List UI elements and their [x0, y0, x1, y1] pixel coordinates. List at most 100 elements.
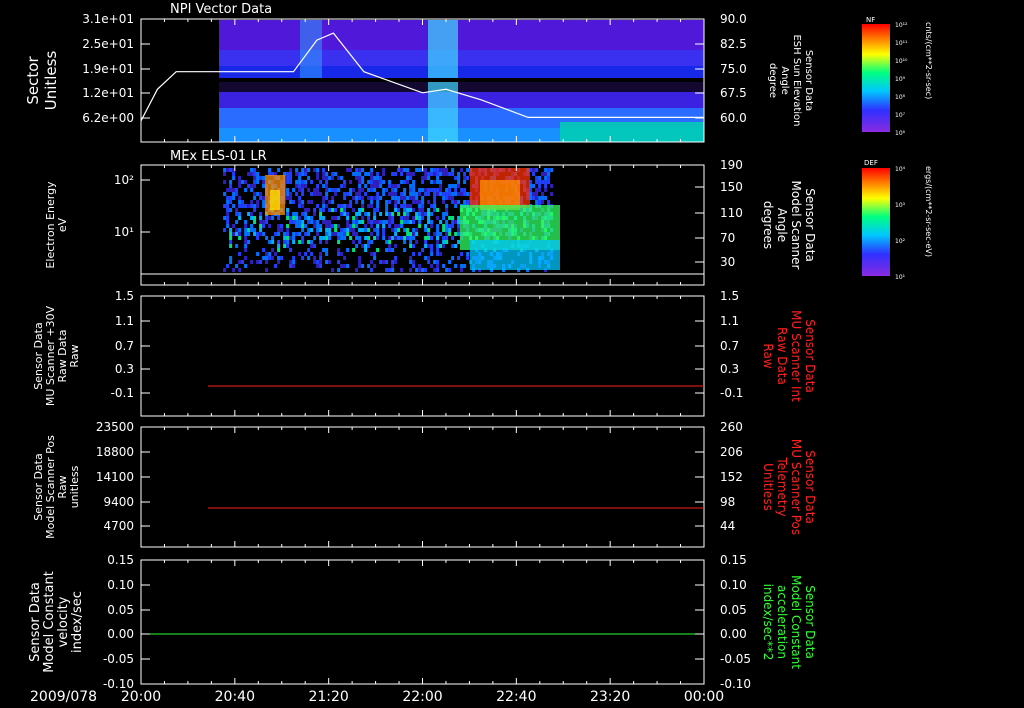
- els-pixel: [292, 236, 296, 240]
- els-pixel: [331, 216, 335, 220]
- els-pixel: [295, 216, 299, 220]
- els-pixel: [340, 208, 344, 212]
- ytick-right-label: 260: [720, 420, 743, 434]
- els-pixel: [385, 220, 389, 224]
- els-pixel: [385, 208, 389, 212]
- els-pixel: [463, 200, 467, 204]
- els-pixel: [322, 216, 326, 220]
- els-pixel: [322, 168, 326, 172]
- els-pixel: [244, 244, 248, 248]
- ytick-right-label: 0.10: [720, 578, 747, 592]
- els-pixel: [331, 224, 335, 228]
- els-pixel: [394, 236, 398, 240]
- els-pixel: [403, 248, 407, 252]
- els-pixel: [391, 236, 395, 240]
- els-pixel: [235, 220, 239, 224]
- els-pixel: [328, 200, 332, 204]
- els-pixel: [451, 224, 455, 228]
- els-pixel: [418, 224, 422, 228]
- els-pixel: [232, 176, 236, 180]
- els-pixel: [421, 176, 425, 180]
- colorbar-nf-gradient: [862, 24, 890, 132]
- els-pixel: [535, 176, 539, 180]
- els-pixel: [268, 256, 272, 260]
- els-pixel: [442, 172, 446, 176]
- els-pixel: [532, 196, 536, 200]
- els-pixel: [238, 260, 242, 264]
- els-pixel: [379, 184, 383, 188]
- els-pixel: [235, 212, 239, 216]
- els-pixel: [421, 248, 425, 252]
- colorbar-tick: 10¹¹: [895, 40, 908, 47]
- els-pixel: [457, 180, 461, 184]
- els-pixel: [427, 188, 431, 192]
- els-pixel: [226, 212, 230, 216]
- els-pixel: [397, 196, 401, 200]
- els-pixel: [250, 212, 254, 216]
- ylabel-left: Model Constant: [42, 571, 57, 673]
- ytick-right-label: 90.0: [720, 12, 747, 26]
- els-pixel: [316, 264, 320, 268]
- els-pixel: [304, 232, 308, 236]
- els-pixel: [421, 208, 425, 212]
- els-pixel: [406, 176, 410, 180]
- els-pixel: [364, 192, 368, 196]
- els-pixel: [418, 220, 422, 224]
- els-pixel: [433, 268, 437, 272]
- els-pixel: [385, 200, 389, 204]
- colorbar-def-ticks: 10⁴ 10³ 10² 10¹: [895, 166, 906, 281]
- els-pixel: [307, 200, 311, 204]
- els-pixel: [349, 204, 353, 208]
- els-pixel: [367, 180, 371, 184]
- ytick-left-label: 0.05: [107, 603, 134, 617]
- els-pixel: [436, 208, 440, 212]
- els-pixel: [256, 204, 260, 208]
- els-pixel: [334, 192, 338, 196]
- ytick-left-label: 6.2e+00: [82, 111, 134, 125]
- els-pixel: [457, 240, 461, 244]
- els-pixel: [412, 200, 416, 204]
- els-pixel: [262, 232, 266, 236]
- ylabel-right: acceleration: [775, 585, 789, 659]
- els-pixel: [412, 172, 416, 176]
- els-pixel: [370, 204, 374, 208]
- els-pixel: [433, 232, 437, 236]
- els-pixel: [439, 220, 443, 224]
- colorbar-tick: 10⁸: [895, 94, 906, 101]
- els-pixel: [238, 176, 242, 180]
- els-pixel: [277, 248, 281, 252]
- els-pixel: [448, 172, 452, 176]
- els-pixel: [352, 220, 356, 224]
- els-pixel: [394, 196, 398, 200]
- els-pixel: [304, 252, 308, 256]
- els-pixel: [397, 208, 401, 212]
- ytick-right-label: 30: [720, 255, 735, 269]
- els-pixel: [253, 216, 257, 220]
- els-pixel: [376, 184, 380, 188]
- ytick-right-label: 67.5: [720, 86, 747, 100]
- ylabel-right: Telemetry: [775, 456, 789, 516]
- els-pixel: [301, 168, 305, 172]
- els-pixel: [340, 228, 344, 232]
- els-pixel: [289, 172, 293, 176]
- els-pixel: [442, 192, 446, 196]
- els-pixel: [361, 188, 365, 192]
- els-pixel: [439, 232, 443, 236]
- els-pixel: [439, 168, 443, 172]
- els-pixel: [418, 252, 422, 256]
- els-pixel: [397, 236, 401, 240]
- els-pixel: [244, 264, 248, 268]
- els-pixel: [457, 228, 461, 232]
- els-pixel: [457, 200, 461, 204]
- els-pixel: [388, 200, 392, 204]
- els-pixel: [352, 196, 356, 200]
- els-pixel: [295, 184, 299, 188]
- ytick-right-label: 0.05: [720, 603, 747, 617]
- els-pixel: [241, 260, 245, 264]
- els-pixel: [277, 256, 281, 260]
- els-pixel: [385, 260, 389, 264]
- els-pixel: [430, 212, 434, 216]
- els-pixel: [463, 172, 467, 176]
- els-pixel: [412, 216, 416, 220]
- els-pixel: [412, 180, 416, 184]
